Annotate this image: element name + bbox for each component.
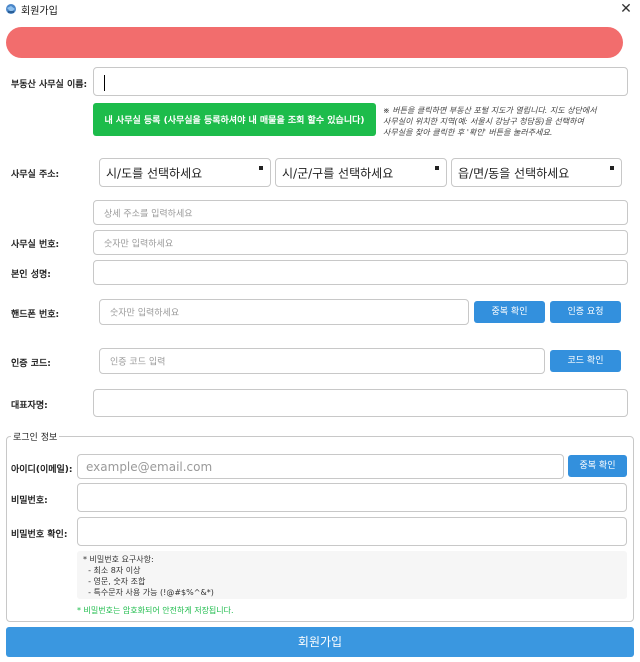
- dropdown-arrow-icon: [259, 166, 263, 170]
- note-line: ※ 버튼을 클릭하면 부동산 포털 지도가 열립니다. 지도 상단에서: [383, 106, 597, 115]
- auth-code-label: 인증 코드:: [11, 359, 51, 369]
- mobile-input[interactable]: 숫자만 입력하세요: [99, 299, 469, 325]
- id-dup-check-button[interactable]: 중복 확인: [568, 455, 627, 477]
- request-auth-button[interactable]: 인증 요청: [550, 301, 621, 323]
- person-name-input[interactable]: [93, 260, 628, 285]
- requirement-line: * 비밀번호 요구사항:: [83, 555, 154, 564]
- person-name-label: 본인 성명:: [11, 270, 51, 280]
- status-banner: [6, 27, 623, 58]
- password-label: 비밀번호:: [11, 496, 48, 506]
- detail-address-input[interactable]: 상세 주소를 입력하세요: [93, 200, 628, 225]
- signup-submit-button[interactable]: 회원가입: [6, 627, 634, 657]
- auth-code-input[interactable]: 인증 코드 입력: [99, 348, 545, 374]
- encryption-note: * 비밀번호는 암호화되어 안전하게 저장됩니다.: [77, 606, 234, 615]
- mobile-dup-check-button[interactable]: 중복 확인: [474, 301, 545, 323]
- password-confirm-label: 비밀번호 확인:: [11, 530, 68, 540]
- requirement-line: - 특수문자 사용 가능 (!@#$%^&*): [83, 588, 214, 597]
- dropdown-arrow-icon: [435, 166, 439, 170]
- id-placeholder: example@email.com: [86, 459, 213, 474]
- ceo-name-input[interactable]: [93, 389, 628, 417]
- window-title: 회원가입: [21, 6, 58, 17]
- office-phone-placeholder: 숫자만 입력하세요: [104, 239, 174, 249]
- note-line: 사무실을 찾아 클릭한 후 '확인' 버튼을 눌러주세요.: [383, 128, 553, 137]
- office-name-input[interactable]: [93, 67, 628, 96]
- map-instruction-note: ※ 버튼을 클릭하면 부동산 포털 지도가 열립니다. 지도 상단에서 사무실이…: [383, 105, 628, 138]
- dong-select[interactable]: 읍/면/동을 선택하세요: [451, 158, 622, 187]
- ceo-name-label: 대표자명:: [11, 401, 48, 411]
- text-caret: [104, 75, 105, 91]
- password-confirm-input[interactable]: [77, 517, 627, 546]
- office-phone-input[interactable]: 숫자만 입력하세요: [93, 230, 628, 255]
- sido-select-value: 시/도를 선택하세요: [106, 166, 203, 180]
- auth-code-placeholder: 인증 코드 입력: [110, 357, 166, 368]
- office-address-label: 사무실 주소:: [11, 170, 60, 180]
- verify-code-button[interactable]: 코드 확인: [550, 350, 621, 372]
- close-icon[interactable]: ✕: [616, 0, 636, 18]
- requirement-line: - 영문, 숫자 조합: [83, 577, 146, 586]
- sigungu-select[interactable]: 시/군/구를 선택하세요: [275, 158, 447, 187]
- login-info-title: 로그인 정보: [11, 430, 60, 443]
- mobile-placeholder: 숫자만 입력하세요: [110, 308, 180, 319]
- dropdown-arrow-icon: [610, 166, 614, 170]
- sido-select[interactable]: 시/도를 선택하세요: [99, 158, 271, 187]
- register-office-button[interactable]: 내 사무실 등록 (사무실을 등록하셔야 내 매물을 조회 할수 있습니다): [93, 103, 376, 136]
- id-input[interactable]: example@email.com: [77, 454, 564, 479]
- app-globe-icon: [6, 4, 16, 14]
- requirement-line: - 최소 8자 이상: [83, 566, 141, 575]
- mobile-label: 핸드폰 번호:: [11, 310, 60, 320]
- office-name-label: 부동산 사무실 이름:: [11, 80, 88, 90]
- sigungu-select-value: 시/군/구를 선택하세요: [282, 166, 394, 180]
- id-label: 아이디(이메일):: [11, 465, 73, 475]
- password-input[interactable]: [77, 483, 627, 512]
- office-phone-label: 사무실 번호:: [11, 240, 60, 250]
- password-requirements: * 비밀번호 요구사항: - 최소 8자 이상 - 영문, 숫자 조합 - 특수…: [77, 551, 627, 599]
- note-line: 사무실이 위치한 지역(예: 서울시 강남구 청담동)을 선택하여: [383, 117, 584, 126]
- title-bar: 회원가입 ✕: [0, 0, 640, 18]
- detail-address-placeholder: 상세 주소를 입력하세요: [104, 209, 193, 219]
- dong-select-value: 읍/면/동을 선택하세요: [458, 166, 570, 180]
